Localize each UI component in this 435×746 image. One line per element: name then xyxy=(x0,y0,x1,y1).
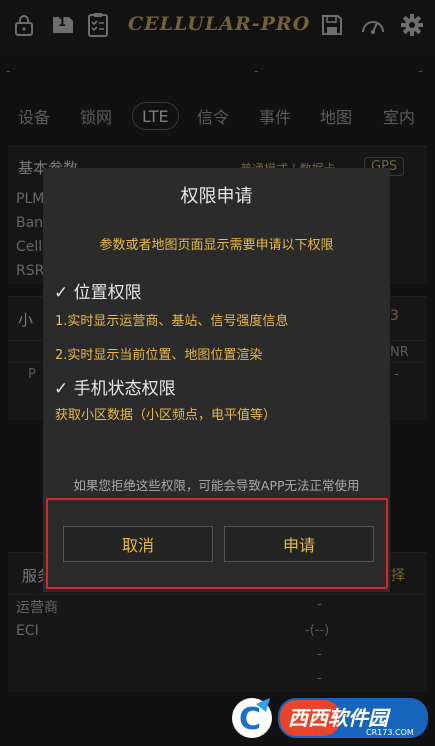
location-permission-heading: ✓ 位置权限 xyxy=(54,283,142,303)
cancel-button[interactable]: 取消 xyxy=(63,526,213,562)
phone-state-permission-heading: ✓ 手机状态权限 xyxy=(54,379,176,399)
dialog-subtitle: 参数或者地图页面显示需要申请以下权限 xyxy=(99,238,334,253)
location-permission-desc-1: 1.实时显示运营商、基站、信号强度信息 xyxy=(55,314,289,329)
watermark-subtext: CR173.COM xyxy=(366,728,414,737)
dialog-title: 权限申请 xyxy=(180,186,253,207)
location-permission-desc-2: 2.实时显示当前位置、地图位置渲染 xyxy=(55,348,263,363)
watermark-text: 西西软件园 xyxy=(288,706,388,730)
permission-dialog: 权限申请 参数或者地图页面显示需要申请以下权限 ✓ 位置权限 1.实时显示运营商… xyxy=(43,168,390,592)
button-highlight-box: 取消 申请 xyxy=(46,498,388,589)
apply-button[interactable]: 申请 xyxy=(224,526,374,562)
svg-text:C: C xyxy=(239,702,261,737)
phone-state-permission-desc: 获取小区数据（小区频点，电平值等） xyxy=(55,408,277,423)
dialog-warning-note: 如果您拒绝这些权限，可能会导致APP无法正常使用 xyxy=(73,478,360,493)
watermark-logo: C 西西软件园 CR173.COM xyxy=(226,688,431,744)
